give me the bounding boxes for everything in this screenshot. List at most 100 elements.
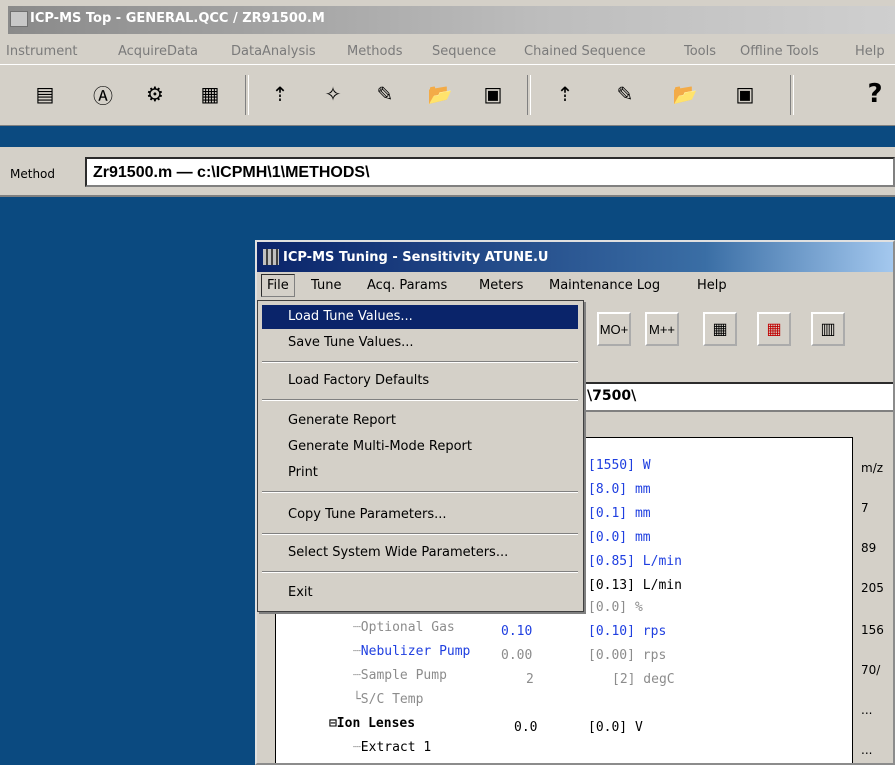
param-value: 0.10: [501, 624, 533, 639]
menu-separator: [262, 399, 578, 401]
param-value: 2: [526, 672, 534, 687]
menu-separator: [262, 361, 578, 363]
method-field[interactable]: Zr91500.m — c:\ICPMH\1\METHODS\: [85, 157, 895, 187]
mass-value: 89: [861, 541, 877, 555]
mass-value: 205: [861, 581, 884, 595]
menu-separator: [262, 571, 578, 573]
tree-row-setting: [0.85] L/min: [588, 554, 682, 569]
menu-item-load-tune-values[interactable]: Load Tune Values...: [262, 305, 578, 329]
tuning-window-title: ICP-MS Tuning - Sensitivity ATUNE.U: [283, 250, 549, 265]
tree-row-setting: [0.13] L/min: [588, 578, 682, 593]
param-setting: [0.0] %: [588, 600, 643, 615]
menu-item-print[interactable]: Print: [262, 461, 578, 485]
meter-icon[interactable]: ▦: [703, 312, 737, 346]
menu-item-select-system-wide-parameters[interactable]: Select System Wide Parameters...: [262, 541, 578, 565]
load-sequence-icon[interactable]: 📂: [670, 79, 700, 109]
batch-tune-icon[interactable]: ▥: [811, 312, 845, 346]
save-sequence-icon[interactable]: ▣: [730, 79, 760, 109]
tune-path-text: \7500\: [587, 388, 637, 404]
menu-item-label: Generate Multi-Mode Report: [288, 439, 472, 454]
menu-tools[interactable]: Tools: [684, 44, 716, 59]
menu-chained-sequence[interactable]: Chained Sequence: [524, 44, 646, 59]
autosampler-icon[interactable]: ⚙: [140, 79, 170, 109]
auto-tune-icon[interactable]: ▦: [757, 312, 791, 346]
edit-method-icon[interactable]: ✎: [370, 79, 400, 109]
menu-dataanalysis[interactable]: DataAnalysis: [231, 44, 316, 59]
tune-icon[interactable]: Ⓐ: [88, 79, 118, 109]
menu-item-label: Save Tune Values...: [288, 335, 414, 350]
tree-row-sample-pump[interactable]: ┈Sample Pump: [306, 646, 447, 683]
menu-sequence[interactable]: Sequence: [432, 44, 496, 59]
menu-meters[interactable]: Meters: [479, 278, 523, 293]
toolbar-separator: [790, 75, 794, 115]
menu-item-label: Load Factory Defaults: [288, 373, 430, 388]
menu-methods[interactable]: Methods: [347, 44, 403, 59]
menu-item-generate-report[interactable]: Generate Report: [262, 409, 578, 433]
tree-row-setting: [8.0] mm: [588, 482, 651, 497]
menu-acq-params[interactable]: Acq. Params: [367, 278, 447, 293]
instrument-control-icon[interactable]: ▤: [30, 79, 60, 109]
toolbar-separator: [245, 75, 249, 115]
menu-item-generate-multi-mode-report[interactable]: Generate Multi-Mode Report: [262, 435, 578, 459]
mass-value: ...: [861, 703, 873, 717]
run-method-icon[interactable]: ⇡: [265, 79, 295, 109]
method-bar: Method Zr91500.m — c:\ICPMH\1\METHODS\: [0, 147, 895, 197]
tree-row-nebulizer-pump[interactable]: ┈Nebulizer Pump: [306, 622, 470, 659]
main-toolbar: ▤ Ⓐ ⚙ ▦ ⇡ ✧ ✎ 📂 ▣ ⇡ ✎ 📂 ▣ ?: [0, 64, 895, 126]
main-window-title: ICP-MS Top - GENERAL.QCC / ZR91500.M: [30, 11, 325, 26]
menu-item-label: Copy Tune Parameters...: [288, 507, 447, 522]
load-method-icon[interactable]: 📂: [425, 79, 455, 109]
mass-value: 7: [861, 501, 869, 515]
run-sequence-icon[interactable]: ⇡: [550, 79, 580, 109]
menu-item-load-factory-defaults[interactable]: Load Factory Defaults: [262, 369, 578, 393]
menu-maintenance-log[interactable]: Maintenance Log: [549, 278, 660, 293]
menu-instrument[interactable]: Instrument: [6, 44, 78, 59]
param-value: 0.0: [514, 720, 538, 735]
menu-tune[interactable]: Tune: [311, 278, 341, 293]
param-setting: [0.0] V: [588, 720, 643, 735]
app-icon: [10, 11, 28, 27]
menu-item-copy-tune-parameters[interactable]: Copy Tune Parameters...: [262, 503, 578, 527]
menu-item-exit[interactable]: Exit: [262, 581, 578, 605]
menu-item-label: Print: [288, 465, 318, 480]
menu-acquiredata[interactable]: AcquireData: [118, 44, 198, 59]
mass-value: 156: [861, 623, 884, 637]
mz-header: m/z: [861, 461, 884, 475]
tree-row-extract-1[interactable]: ┈Extract 1: [306, 718, 431, 755]
main-menu-bar: Instrument AcquireData DataAnalysis Meth…: [0, 38, 895, 64]
tuning-menu-bar: File Tune Acq. Params Meters Maintenance…: [257, 272, 893, 300]
save-method-icon[interactable]: ▣: [478, 79, 508, 109]
tree-row-sc-temp[interactable]: └S/C Temp: [306, 670, 423, 707]
help-icon[interactable]: ?: [860, 79, 890, 109]
param-setting: [2] degC: [612, 672, 675, 687]
mass-column: m/z 7 89 205 156 70/ ... ...: [855, 437, 893, 763]
menu-item-label: Select System Wide Parameters...: [288, 545, 509, 560]
edit-sequence-icon[interactable]: ✎: [610, 79, 640, 109]
menu-item-label: Exit: [288, 585, 313, 600]
menu-offline-tools[interactable]: Offline Tools: [740, 44, 819, 59]
method-label: Method: [10, 167, 56, 181]
tree-row-setting: [0.1] mm: [588, 506, 651, 521]
toolbar-separator: [527, 75, 531, 115]
tuning-title-bar: ICP-MS Tuning - Sensitivity ATUNE.U: [257, 242, 893, 272]
monitor-icon[interactable]: ▦: [195, 79, 225, 109]
mo-plus-button[interactable]: MO+: [597, 312, 631, 346]
tree-connector: ┈: [352, 740, 361, 755]
main-title-bar: ICP-MS Top - GENERAL.QCC / ZR91500.M: [0, 0, 895, 38]
tree-group-ion-lenses[interactable]: ⊟Ion Lenses: [282, 694, 415, 731]
menu-file[interactable]: File: [261, 274, 295, 297]
menu-item-save-tune-values[interactable]: Save Tune Values...: [262, 331, 578, 355]
menu-item-label: Load Tune Values...: [288, 309, 413, 324]
tree-row-setting: [0.0] mm: [588, 530, 651, 545]
m-double-plus-button[interactable]: M++: [645, 312, 679, 346]
file-dropdown-menu: Load Tune Values... Save Tune Values... …: [257, 300, 584, 612]
param-setting: [0.10] rps: [588, 624, 667, 639]
menu-item-label: Generate Report: [288, 413, 396, 428]
param-setting: [0.00] rps: [588, 648, 667, 663]
menu-help[interactable]: Help: [855, 44, 885, 59]
method-value: Zr91500.m — c:\ICPMH\1\METHODS\: [93, 164, 370, 181]
method-wizard-icon[interactable]: ✧: [318, 79, 348, 109]
menu-tune-help[interactable]: Help: [697, 278, 727, 293]
menu-separator: [262, 491, 578, 493]
menu-separator: [262, 533, 578, 535]
